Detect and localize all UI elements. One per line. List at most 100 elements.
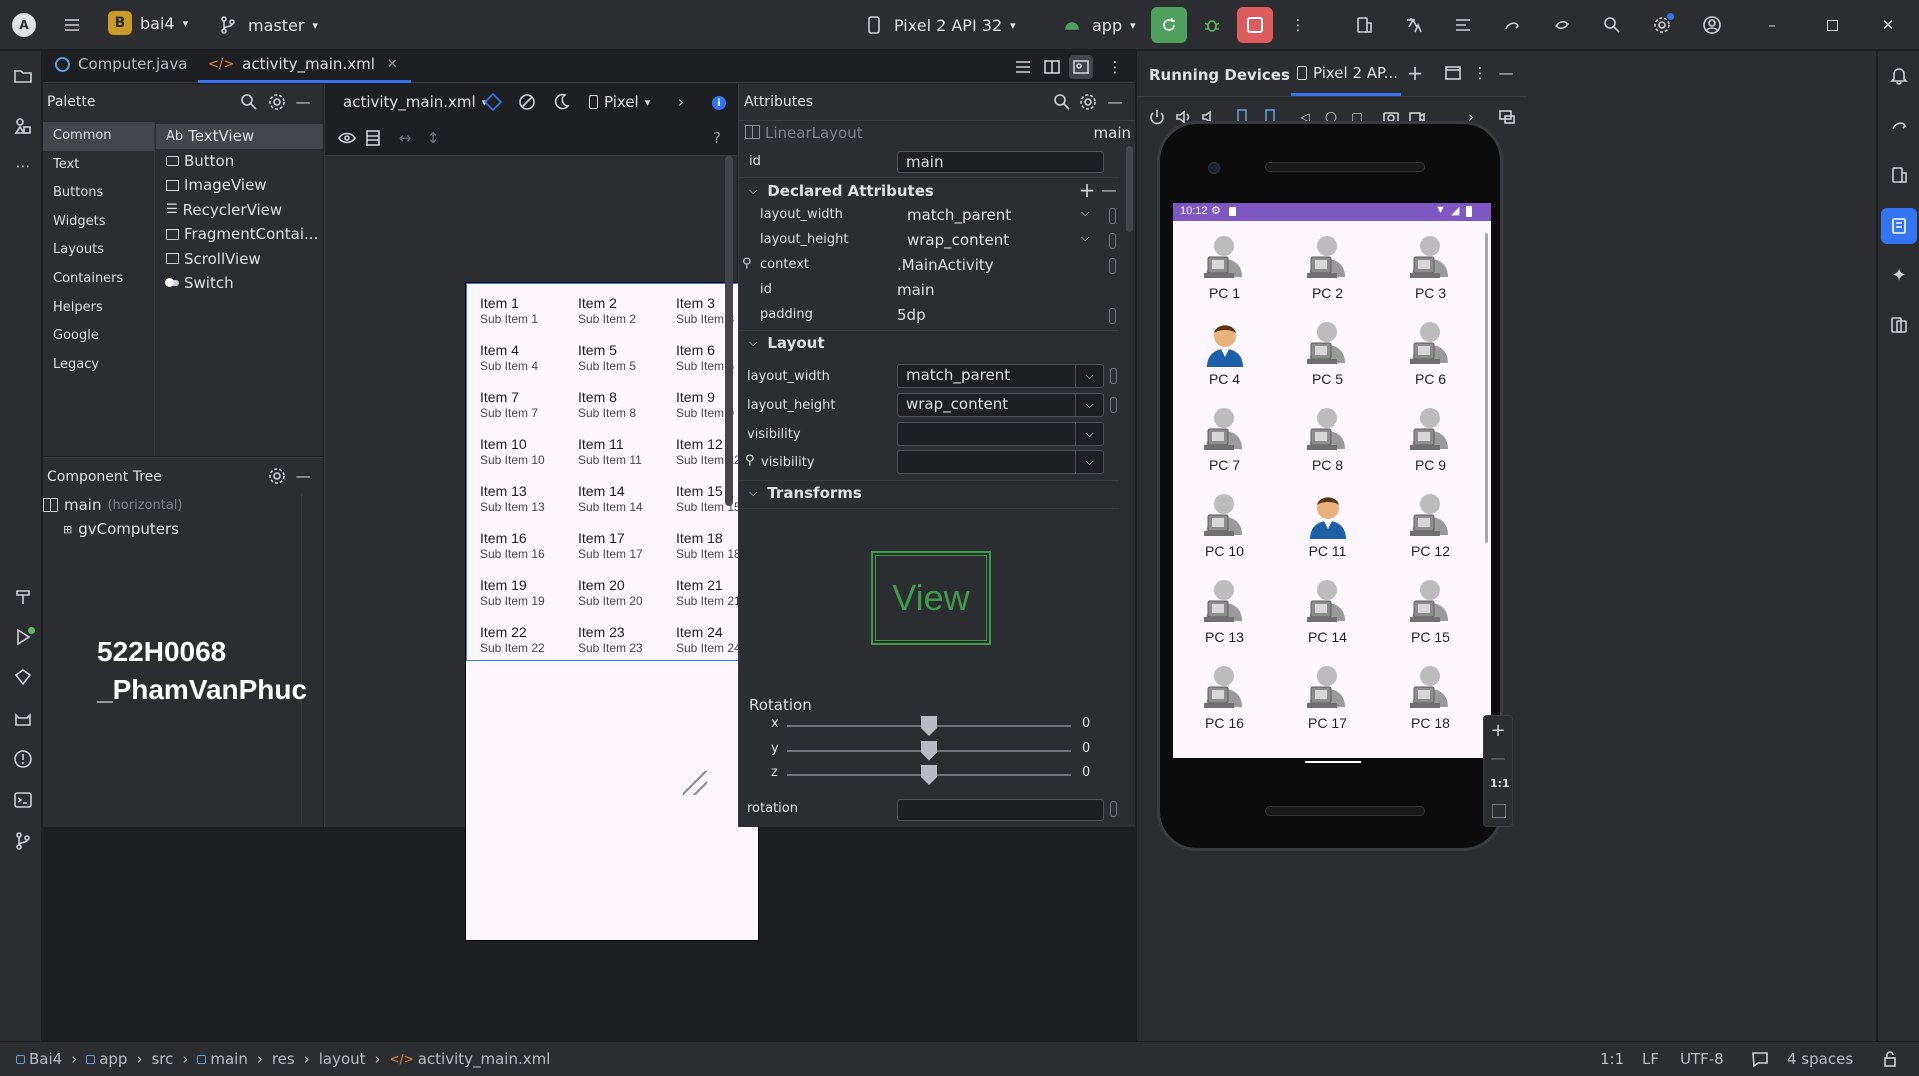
pc-grid-item[interactable]: PC 1 [1173, 227, 1276, 313]
blueprint-icon[interactable] [361, 126, 385, 150]
logcat-icon[interactable] [1451, 13, 1475, 37]
preview-grid-item[interactable]: Item 13 Sub Item 13 [480, 483, 578, 530]
pc-grid-scrollbar[interactable] [1485, 233, 1488, 543]
indent-setting[interactable]: 4 spaces [1787, 1050, 1853, 1068]
pc-grid-item[interactable]: PC 6 [1379, 313, 1482, 399]
search-icon[interactable] [1600, 13, 1624, 37]
palette-category-google[interactable]: Google [43, 322, 154, 351]
declared-attribute-row[interactable]: layout_height wrap_content ⌵ [739, 229, 1119, 253]
comment-icon[interactable] [1748, 1047, 1772, 1071]
preview-grid-item[interactable]: Item 19 Sub Item 19 [480, 577, 578, 624]
code-view-icon[interactable] [1011, 55, 1035, 79]
device-mirror-icon[interactable] [1495, 105, 1519, 129]
tab-activity-main-xml[interactable]: </> activity_main.xml ✕ [208, 55, 398, 73]
run-config-selector[interactable]: app ▾ [1060, 13, 1136, 37]
rerun-button[interactable] [1151, 7, 1187, 43]
palette-widget-textview[interactable]: Ab TextView [156, 124, 323, 149]
settings-icon[interactable] [1650, 13, 1674, 37]
resource-picker-icon[interactable] [1110, 397, 1117, 413]
chevron-down-icon[interactable]: ⌵ [1081, 231, 1089, 245]
resource-picker-icon[interactable] [1109, 258, 1116, 274]
minimize-panel-icon[interactable]: — [1494, 61, 1518, 85]
gear-icon[interactable] [1076, 90, 1100, 114]
rotation-slider-thumb[interactable] [921, 765, 937, 785]
add-device-icon[interactable]: + [1403, 61, 1427, 85]
stop-button[interactable] [1237, 7, 1273, 43]
restore-window-icon[interactable] [1820, 13, 1844, 37]
version-control-icon[interactable] [11, 829, 35, 853]
notifications-icon[interactable] [1887, 63, 1911, 87]
caret-position[interactable]: 1:1 [1600, 1050, 1624, 1068]
layout-width-select[interactable]: match_parent ⌵ [897, 364, 1104, 388]
rotation-slider-thumb[interactable] [921, 716, 937, 736]
search-icon[interactable] [237, 90, 261, 114]
tree-node-gvcomputers[interactable]: ⊞ gvComputers [63, 520, 179, 538]
layout-section-header[interactable]: ⌵ Layout [749, 334, 825, 352]
preview-grid-item[interactable]: Item 7 Sub Item 7 [480, 389, 578, 436]
pc-grid-item[interactable]: PC 3 [1379, 227, 1482, 313]
resize-handle-icon[interactable] [683, 771, 707, 795]
pc-grid-item[interactable]: PC 7 [1173, 399, 1276, 485]
pc-grid-item[interactable]: PC 11 [1276, 485, 1379, 571]
minimize-panel-icon[interactable]: — [291, 90, 315, 114]
project-folder-icon[interactable] [11, 64, 35, 88]
minimize-panel-icon[interactable]: — [1103, 90, 1127, 114]
info-icon[interactable]: i [712, 96, 726, 110]
readonly-toggle-icon[interactable] [1878, 1047, 1902, 1071]
logcat-cat-icon[interactable] [11, 707, 35, 731]
tree-node-main[interactable]: main (horizontal) [43, 496, 182, 514]
visibility-select[interactable]: ⌵ [897, 422, 1104, 446]
app-quality-icon[interactable] [11, 665, 35, 689]
palette-category-containers[interactable]: Containers [43, 265, 154, 294]
pc-grid-item[interactable]: PC 5 [1276, 313, 1379, 399]
palette-widget-fragmentcontainer[interactable]: FragmentContai... [156, 222, 323, 247]
remove-attribute-icon[interactable]: — [1097, 178, 1121, 202]
preview-grid-item[interactable]: Item 5 Sub Item 5 [578, 342, 676, 389]
android-studio-logo-icon[interactable]: A [12, 13, 36, 37]
palette-category-legacy[interactable]: Legacy [43, 351, 154, 380]
file-encoding[interactable]: UTF-8 [1680, 1050, 1724, 1068]
phone-screen[interactable]: 10:12 ⚙ ▼ ◢ PC 1 PC 2 PC 3 PC 4 PC 5 PC 6 PC 7… [1173, 203, 1491, 758]
design-mode-icon[interactable] [481, 90, 505, 114]
minimize-panel-icon[interactable]: — [291, 464, 315, 488]
running-devices-icon[interactable] [1881, 208, 1917, 244]
pc-grid-item[interactable]: PC 8 [1276, 399, 1379, 485]
design-canvas[interactable]: Item 1 Sub Item 1 Item 2 Sub Item 2 Item 3 Su… [324, 156, 759, 941]
more-icon[interactable]: ⋮ [1468, 61, 1492, 85]
palette-category-buttons[interactable]: Buttons [43, 179, 154, 208]
search-icon[interactable] [1050, 90, 1074, 114]
resource-picker-icon[interactable] [1109, 233, 1116, 249]
device-explorer-icon[interactable] [1887, 163, 1911, 187]
transforms-section-header[interactable]: ⌵ Transforms [749, 484, 862, 502]
resource-picker-icon[interactable] [1109, 208, 1116, 224]
palette-category-common[interactable]: Common [43, 122, 154, 151]
preview-grid-item[interactable]: Item 4 Sub Item 4 [480, 342, 578, 389]
close-tab-icon[interactable]: ✕ [387, 57, 398, 72]
preview-grid-item[interactable]: Item 2 Sub Item 2 [578, 295, 676, 342]
rotation-field[interactable] [897, 799, 1104, 821]
declared-attributes-header[interactable]: ⌵ Declared Attributes [749, 182, 934, 200]
chevron-down-icon[interactable]: ⌵ [1081, 206, 1089, 220]
account-icon[interactable] [1700, 13, 1724, 37]
add-attribute-icon[interactable]: + [1075, 178, 1099, 202]
gear-icon[interactable] [265, 464, 289, 488]
preview-grid-item[interactable]: Item 22 Sub Item 22 [480, 624, 578, 671]
layout-height-select[interactable]: wrap_content ⌵ [897, 393, 1104, 417]
build-icon[interactable] [11, 585, 35, 609]
preview-grid-item[interactable]: Item 10 Sub Item 10 [480, 436, 578, 483]
run-icon[interactable] [11, 625, 35, 649]
pc-grid-item[interactable]: PC 18 [1379, 657, 1482, 743]
resource-picker-icon[interactable] [1110, 368, 1117, 384]
branch-selector[interactable]: master ▾ [216, 13, 318, 37]
device-selector[interactable]: Pixel 2 API 32 ▾ [862, 13, 1016, 37]
main-menu-icon[interactable] [60, 13, 84, 37]
project-selector[interactable]: B bai4 ▾ [108, 11, 188, 35]
pc-grid-item[interactable]: PC 13 [1173, 571, 1276, 657]
horizontal-resize-icon[interactable]: ↔ [393, 126, 417, 150]
gradle-icon[interactable] [1887, 113, 1911, 137]
preview-device-selector[interactable]: Pixel ▾ [589, 93, 650, 111]
problems-icon[interactable] [11, 747, 35, 771]
pc-grid-item[interactable]: PC 9 [1379, 399, 1482, 485]
device-manager-icon[interactable] [1352, 13, 1376, 37]
resource-picker-icon[interactable] [1110, 801, 1117, 817]
